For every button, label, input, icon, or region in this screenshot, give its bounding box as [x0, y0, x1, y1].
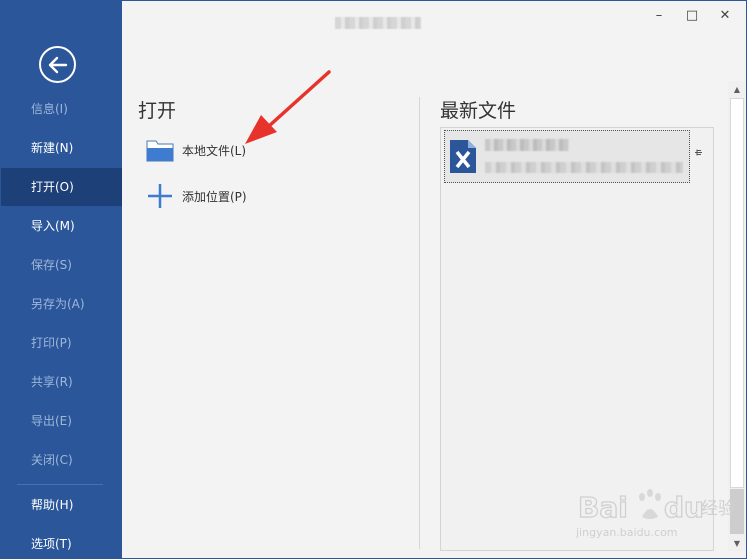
- nav-item-info[interactable]: 信息(I): [1, 90, 122, 128]
- maximize-button[interactable]: □: [677, 1, 707, 29]
- nav-item-new[interactable]: 新建(N): [1, 129, 122, 167]
- svg-text:du: du: [664, 491, 704, 524]
- minimize-button[interactable]: –: [644, 1, 674, 29]
- nav-item-import[interactable]: 导入(M): [1, 207, 122, 245]
- location-add-place-label: 添加位置(P): [182, 189, 247, 204]
- watermark-url: jingyan.baidu.com: [576, 526, 678, 539]
- scroll-thumb[interactable]: [730, 98, 744, 488]
- nav-item-save-as[interactable]: 另存为(A): [1, 285, 122, 323]
- annotation-arrow-icon: [245, 70, 331, 144]
- scroll-up-button[interactable]: ▲: [728, 81, 746, 97]
- pin-icon[interactable]: [694, 148, 703, 160]
- nav-item-open[interactable]: 打开(O): [1, 168, 122, 206]
- baidu-watermark-logo: Bai du 经验: [577, 489, 735, 525]
- svg-text:经验: 经验: [701, 499, 735, 519]
- nav-item-help[interactable]: 帮助(H): [1, 486, 122, 524]
- folder-icon: [146, 140, 174, 162]
- arrow-left-circle-icon: [48, 56, 67, 73]
- nav-item-share[interactable]: 共享(R): [1, 363, 122, 401]
- open-section-title: 打开: [138, 100, 177, 122]
- location-local-files-label: 本地文件(L): [182, 143, 247, 158]
- plus-icon: [148, 184, 172, 208]
- sidebar-divider: [17, 484, 103, 485]
- nav-item-export[interactable]: 导出(E): [1, 402, 122, 440]
- nav-item-save[interactable]: 保存(S): [1, 246, 122, 284]
- svg-text:Bai: Bai: [578, 491, 628, 524]
- recent-file-path: [485, 162, 683, 173]
- recent-file-item[interactable]: [444, 130, 690, 183]
- section-divider: [419, 97, 420, 549]
- scroll-down-button[interactable]: ▼: [728, 535, 746, 551]
- nav-item-options[interactable]: 选项(T): [1, 525, 122, 558]
- nav-item-close[interactable]: 关闭(C): [1, 441, 122, 479]
- xmind-file-icon: [450, 140, 476, 173]
- backstage-sidebar: 信息(I) 新建(N) 打开(O) 导入(M) 保存(S) 另存为(A) 打印(…: [1, 1, 122, 558]
- location-local-files[interactable]: 本地文件(L): [146, 135, 246, 165]
- window-title: [335, 17, 421, 29]
- back-button[interactable]: [39, 46, 76, 83]
- recent-file-name: [485, 139, 569, 151]
- recent-section-title: 最新文件: [440, 100, 517, 122]
- location-add-place[interactable]: 添加位置(P): [146, 181, 247, 211]
- app-window: 信息(I) 新建(N) 打开(O) 导入(M) 保存(S) 另存为(A) 打印(…: [0, 0, 747, 559]
- nav-item-print[interactable]: 打印(P): [1, 324, 122, 362]
- close-button[interactable]: ✕: [710, 1, 740, 29]
